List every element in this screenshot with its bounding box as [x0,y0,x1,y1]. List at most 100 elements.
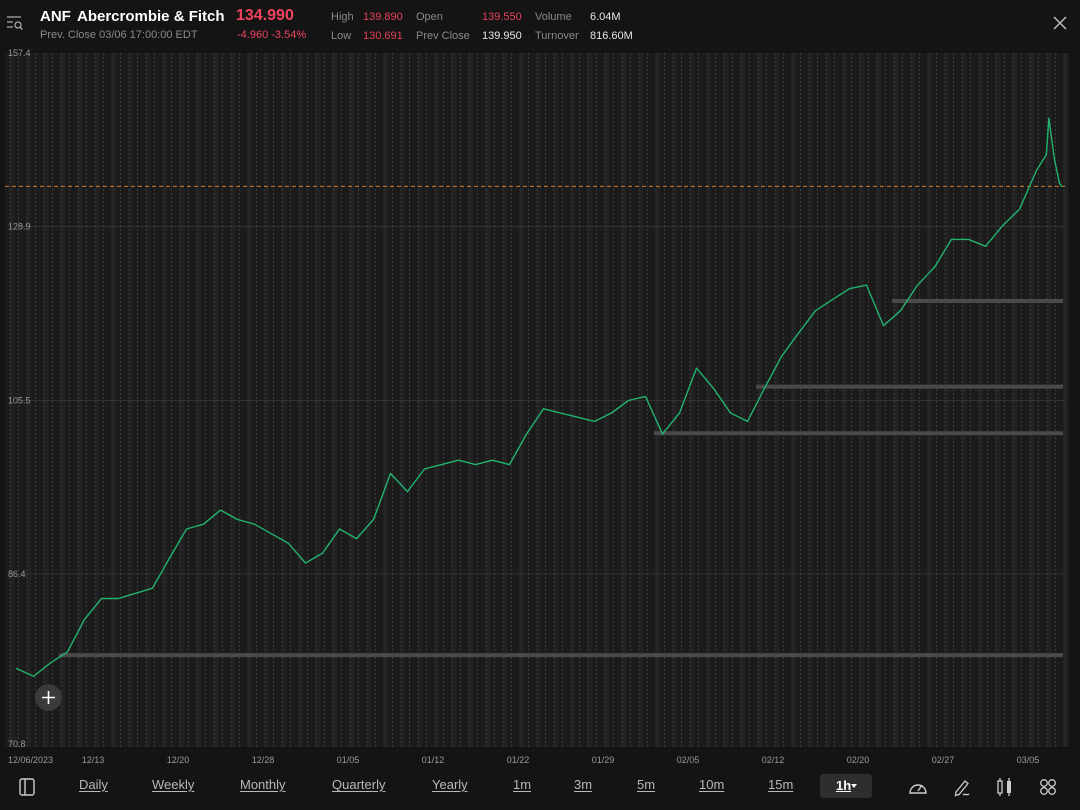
close-icon[interactable] [1050,13,1070,33]
price-point [117,597,120,600]
menu-search-icon[interactable] [6,14,24,32]
price-point [763,387,766,389]
price-point [1053,157,1055,159]
open-value: 139.550 [482,11,522,23]
price-point [576,416,579,418]
timeframe-weekly[interactable]: Weekly [152,777,194,792]
price-point [729,412,732,414]
quote-header: ANF Abercrombie & Fitch 134.990 Prev. Cl… [0,0,1080,46]
grid-band [979,53,984,747]
price-change: -4.960 -3.54% [237,29,306,41]
price-point [1001,225,1004,227]
plus-icon [42,691,55,704]
y-tick-label: 157.4 [8,48,31,58]
timeframe-3m[interactable]: 3m [574,777,592,792]
price-point [151,587,154,589]
speedometer-icon[interactable] [907,776,929,798]
grid-band [163,53,168,747]
turnover-value: 816.60M [590,30,633,42]
price-point [202,523,205,525]
price-point [678,412,681,414]
grid-band [384,53,389,747]
grid-band [877,53,882,747]
price-point [270,533,273,535]
price-point [474,463,477,466]
price-point [627,399,630,402]
timeframe-1h-dropdown[interactable]: 1h [820,774,872,798]
grid-band [146,53,151,747]
x-tick-label: 12/28 [252,755,275,765]
price-point [185,528,188,530]
candlestick-icon[interactable] [994,776,1016,798]
timeframe-10m[interactable]: 10m [699,777,724,792]
timeframe-quarterly[interactable]: Quarterly [332,777,385,792]
open-label: Open [416,11,443,23]
grid-band [860,53,865,747]
grid-band [214,53,219,747]
timeframe-15m[interactable]: 15m [768,777,793,792]
grid-band [418,53,423,747]
layout-toggle-icon[interactable] [16,776,38,798]
grid-band [843,53,848,747]
price-point [797,332,800,334]
change-value: -4.960 [237,29,269,41]
grid-band [792,53,797,747]
grid-band [741,53,746,747]
price-point [253,523,256,525]
timeframe-daily[interactable]: Daily [79,777,108,792]
grid-band [911,53,916,747]
price-point [134,592,137,594]
grid-band [1013,53,1018,747]
price-point [287,542,290,545]
grid-band [1047,53,1052,747]
price-point [236,518,239,521]
price-point [593,420,596,422]
grid-band [231,53,236,747]
price-point [440,463,443,466]
grid-band [894,53,899,747]
timeframe-monthly[interactable]: Monthly [240,777,286,792]
x-tick-label: 01/29 [592,755,615,765]
price-point [321,552,324,554]
prev-close-time: Prev. Close 03/06 17:00:00 EDT [40,29,198,41]
x-tick-label: 01/12 [422,755,445,765]
grid-band [775,53,780,747]
pen-icon[interactable] [951,776,973,798]
add-button[interactable] [35,684,62,711]
company-name: Abercrombie & Fitch [77,8,225,25]
price-point [49,662,52,664]
price-point [406,490,409,493]
timeframe-yearly[interactable]: Yearly [432,777,468,792]
grid-band [197,53,202,747]
price-point [967,238,970,241]
price-point [1061,185,1063,188]
price-point [423,468,426,470]
grid-band [1064,53,1069,747]
price-point [1045,154,1047,156]
grid-band [333,53,338,747]
price-point [950,238,953,241]
price-chart[interactable]: 157.4 128.9 105.5 86.4 70.8 12/06/2023 12/13 12… [0,46,1080,770]
price-point [542,408,545,410]
timeframe-5m[interactable]: 5m [637,777,655,792]
price-point [525,433,528,435]
ticker-symbol: ANF [40,8,71,25]
change-percent: -3.54% [271,29,307,41]
grid-band [95,53,100,747]
grid-band [452,53,457,747]
timeframe-1m[interactable]: 1m [513,777,531,792]
grid-band [622,53,627,747]
grid-band [401,53,406,747]
price-point [899,310,902,312]
price-point [355,537,358,540]
grid-icon[interactable] [1037,776,1059,798]
x-tick-label: 12/06/2023 [8,755,53,765]
volume-label: Volume [535,11,572,23]
grid-band [707,53,712,747]
grid-band [61,53,66,747]
grid-band [129,53,134,747]
price-point [882,325,885,327]
grid-band [486,53,491,747]
grid-band [826,53,831,747]
grid-band [928,53,933,747]
